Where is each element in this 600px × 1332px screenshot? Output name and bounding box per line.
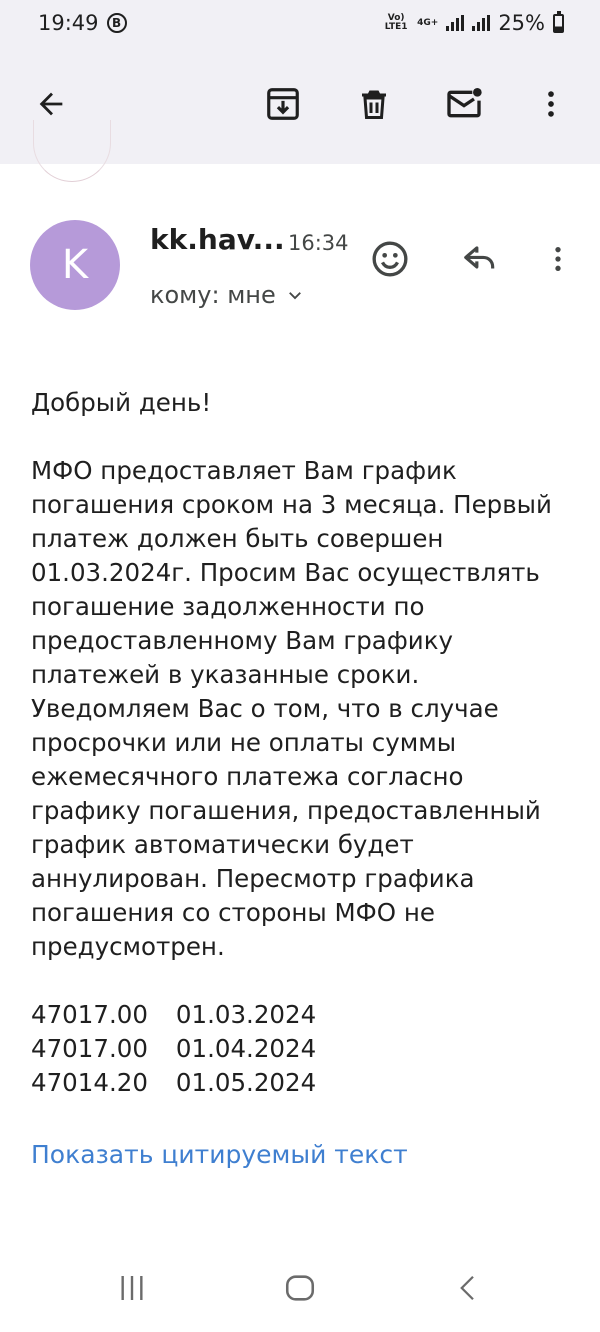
payment-date: 01.03.2024 [175,1000,317,1029]
back-nav-button[interactable] [446,1266,490,1310]
recent-apps-button[interactable] [110,1266,154,1310]
message-time: 16:34 [288,231,349,255]
chevron-left-icon [460,1275,474,1301]
payment-amount: 47017.00 [31,1034,148,1063]
payment-schedule: 47017.00 01.03.2024 47017.00 01.04.2024 … [31,998,576,1100]
status-right: Vo) LTE1 4G+ 25% [383,10,564,35]
recent-apps-icon [121,1276,143,1300]
recipient-toggle[interactable]: кому: мне [150,281,304,309]
delete-button[interactable] [350,80,398,128]
signal-icon [446,15,465,31]
avatar[interactable]: K [30,220,120,310]
payment-date: 01.04.2024 [175,1034,317,1063]
recipient-label: кому: мне [150,281,276,309]
message-more-button[interactable] [534,235,582,283]
payment-amount: 47017.00 [31,1000,148,1029]
status-time: 19:49 [38,11,99,35]
greeting: Добрый день! [31,388,212,417]
arrow-left-icon [39,92,63,116]
payment-row: 47017.00 01.04.2024 [31,1032,576,1066]
sender-name[interactable]: kk.hav... [150,223,285,256]
previous-message-avatar[interactable] [33,120,111,182]
emoji-smile-icon [372,241,408,277]
status-left: 19:49 B [38,11,127,35]
reply-button[interactable] [456,235,504,283]
body-paragraph: МФО предоставляет Вам график погашения с… [31,456,552,961]
reaction-button[interactable] [366,235,414,283]
home-button[interactable] [278,1266,322,1310]
show-quoted-text-link[interactable]: Показать цитируемый текст [31,1140,408,1169]
status-bar: 19:49 B Vo) LTE1 4G+ 25% [0,0,600,46]
battery-percent: 25% [498,11,545,35]
more-vertical-icon [548,91,554,117]
notification-badge-icon: B [106,13,127,33]
archive-icon [267,88,299,120]
mail-unread-icon [447,88,482,118]
more-vertical-icon [555,247,561,271]
reply-icon [464,246,495,269]
payment-row: 47014.20 01.05.2024 [31,1066,576,1100]
mark-unread-button[interactable] [440,80,488,128]
trash-icon [362,90,386,119]
message-header: K kk.hav... 16:34 кому: мне [0,215,600,325]
signal-2-icon [472,15,491,31]
battery-icon [553,10,564,33]
more-options-button[interactable] [527,80,575,128]
message-body: Добрый день! МФО предоставляет Вам графи… [31,386,576,1100]
system-navigation-bar [0,1244,600,1332]
chevron-down-icon [288,292,301,300]
payment-amount: 47014.20 [31,1068,148,1097]
payment-row: 47017.00 01.03.2024 [31,998,576,1032]
network-type: 4G+ [417,17,439,28]
volte-indicator: Vo) LTE1 [384,13,408,32]
home-icon [285,1275,315,1301]
archive-button[interactable] [259,80,307,128]
payment-date: 01.05.2024 [175,1068,317,1097]
